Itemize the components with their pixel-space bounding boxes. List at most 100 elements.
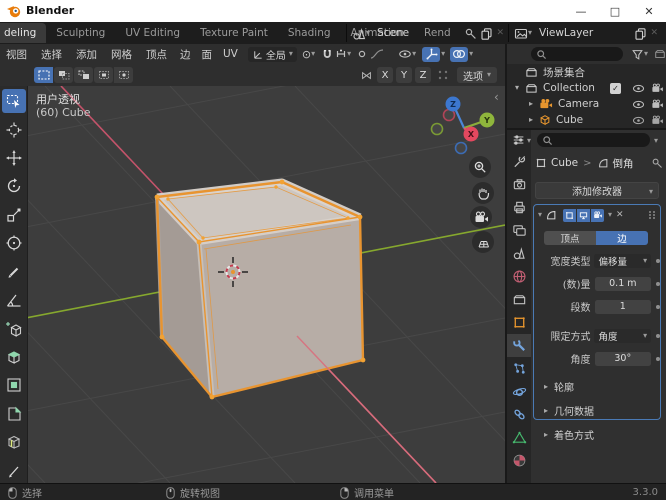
angle-field[interactable]: 30° — [594, 351, 652, 366]
outliner-row-cube[interactable]: ▸ Cube — [507, 112, 666, 127]
expand-icon[interactable]: ▾ — [515, 84, 519, 92]
snap-toggle[interactable] — [321, 48, 333, 61]
tab-view-layer[interactable] — [507, 219, 531, 242]
mirror-icon[interactable]: ⋈ — [361, 69, 372, 82]
hide-eye-icon[interactable] — [632, 83, 645, 94]
disable-render-icon[interactable] — [651, 99, 664, 110]
menu-select[interactable]: 选择 — [41, 47, 62, 62]
tool-knife[interactable] — [2, 458, 26, 482]
tab-world[interactable] — [507, 265, 531, 288]
new-scene-icon[interactable] — [480, 27, 493, 40]
workspace-tab-modeling[interactable]: deling — [0, 23, 47, 43]
collection-checkbox[interactable]: ✓ — [610, 82, 621, 94]
segments-field[interactable]: 1 — [594, 299, 652, 314]
hide-eye-icon[interactable] — [632, 99, 645, 110]
select-mode-set[interactable] — [34, 67, 53, 83]
workspace-tab-uv-editing[interactable]: UV Editing — [115, 23, 190, 43]
animate-dot[interactable] — [656, 281, 660, 286]
extras-menu-icon[interactable]: ▾ — [608, 211, 612, 219]
hide-eye-icon[interactable] — [632, 115, 645, 126]
select-mode-extend[interactable] — [54, 67, 73, 83]
maximize-button[interactable]: □ — [598, 0, 632, 22]
tab-object[interactable] — [507, 311, 531, 334]
tool-scale[interactable] — [2, 203, 26, 227]
scene-selector[interactable]: ▾ Scene ✕ — [352, 22, 504, 44]
subpanel-geometry[interactable]: ▸ 几何数据 — [544, 403, 660, 418]
chevron-down-icon[interactable]: ▾ — [527, 137, 531, 145]
viewlayer-selector[interactable]: ▾ ViewLayer ✕ — [514, 22, 662, 44]
tool-rotate[interactable] — [2, 174, 26, 198]
outliner-row-camera[interactable]: ▸ Camera — [507, 96, 666, 112]
tool-measure[interactable] — [2, 288, 26, 312]
tab-particles[interactable] — [507, 357, 531, 380]
drag-handle-icon[interactable] — [648, 210, 656, 220]
tab-material[interactable] — [507, 449, 531, 472]
expand-panel-icon[interactable]: ▾ — [538, 211, 542, 219]
outliner-row-scene-collection[interactable]: 场景集合 — [507, 64, 666, 80]
display-edit-mode-toggle[interactable] — [563, 208, 577, 222]
transform-orientation-dropdown[interactable]: 全局 ▾ — [247, 46, 297, 62]
pan-view-button[interactable] — [472, 182, 494, 204]
tool-annotate[interactable] — [2, 260, 26, 284]
breadcrumb-modifier[interactable]: 倒角 — [613, 156, 634, 171]
outliner-search-input[interactable] — [531, 47, 623, 61]
width-type-dropdown[interactable]: 偏移量 ▾ — [594, 253, 652, 268]
select-mode-intersect[interactable] — [114, 67, 133, 83]
tool-loop-cut[interactable] — [2, 430, 26, 454]
pin-icon[interactable] — [464, 27, 477, 40]
add-modifier-button[interactable]: 添加修改器 ▾ — [535, 182, 659, 199]
remove-modifier-icon[interactable]: ✕ — [616, 210, 624, 220]
workspace-tab-shading[interactable]: Shading — [278, 23, 341, 43]
animate-dot[interactable] — [656, 333, 660, 338]
chevron-down-icon[interactable]: ▾ — [441, 50, 445, 58]
subpanel-profile[interactable]: ▸ 轮廓 — [544, 379, 660, 394]
tab-scene[interactable] — [507, 242, 531, 265]
navigation-gizmo[interactable]: Z Y X — [423, 90, 505, 162]
tab-constraints[interactable] — [507, 403, 531, 426]
tab-physics[interactable] — [507, 380, 531, 403]
mirror-z-button[interactable]: Z — [415, 67, 431, 83]
select-mode-invert[interactable] — [94, 67, 113, 83]
workspace-tab-sculpting[interactable]: Sculpting — [46, 23, 115, 43]
menu-view[interactable]: 视图 — [6, 47, 27, 62]
workspace-tab-texture-paint[interactable]: Texture Paint — [190, 23, 278, 43]
mirror-x-button[interactable]: X — [377, 67, 393, 83]
tool-add-cube[interactable] — [2, 316, 26, 340]
disable-render-icon[interactable] — [651, 83, 664, 94]
minimize-button[interactable]: — — [564, 0, 598, 22]
region-collapse-icon[interactable]: ‹ — [494, 90, 499, 104]
animate-dot[interactable] — [656, 258, 660, 263]
tab-object-data[interactable] — [507, 426, 531, 449]
proportional-editing-toggle[interactable] — [358, 48, 384, 60]
modifier-panel-header[interactable]: ▾ ▾ ✕ — [534, 205, 660, 225]
animate-dot[interactable] — [656, 356, 660, 361]
close-button[interactable]: ✕ — [632, 0, 666, 22]
chevron-down-icon[interactable]: ▾ — [644, 50, 648, 58]
menu-mesh[interactable]: 网格 — [111, 47, 132, 62]
gizmos-toggle[interactable] — [422, 46, 441, 62]
properties-search-input[interactable] — [537, 133, 650, 147]
tab-render[interactable] — [507, 173, 531, 196]
breadcrumb-object[interactable]: Cube — [551, 157, 578, 169]
tool-bevel[interactable] — [2, 402, 26, 426]
tool-inset-faces[interactable] — [2, 373, 26, 397]
disable-render-icon[interactable] — [651, 115, 664, 126]
amount-field[interactable]: 0.1 m — [594, 276, 652, 291]
toggle-ortho-button[interactable] — [472, 231, 494, 253]
menu-add[interactable]: 添加 — [76, 47, 97, 62]
tool-cursor[interactable] — [2, 117, 26, 141]
animate-dot[interactable] — [656, 304, 660, 309]
menu-face[interactable]: 面 — [202, 47, 213, 62]
expand-icon[interactable]: ▸ — [529, 115, 533, 124]
menu-edge[interactable]: 边 — [180, 47, 191, 62]
tab-collection-props[interactable] — [507, 288, 531, 311]
display-realtime-toggle[interactable] — [577, 208, 591, 222]
tool-select-box[interactable] — [1, 89, 26, 114]
outliner-row-collection[interactable]: ▾ Collection ✓ — [507, 80, 666, 96]
options-dropdown[interactable]: 选项 ▾ — [457, 67, 498, 83]
pin-id-icon[interactable] — [651, 157, 663, 169]
overlays-toggle[interactable] — [450, 46, 469, 62]
menu-vertex[interactable]: 顶点 — [146, 47, 167, 62]
tab-modifiers[interactable] — [507, 334, 531, 357]
menu-uv[interactable]: UV — [223, 48, 238, 60]
